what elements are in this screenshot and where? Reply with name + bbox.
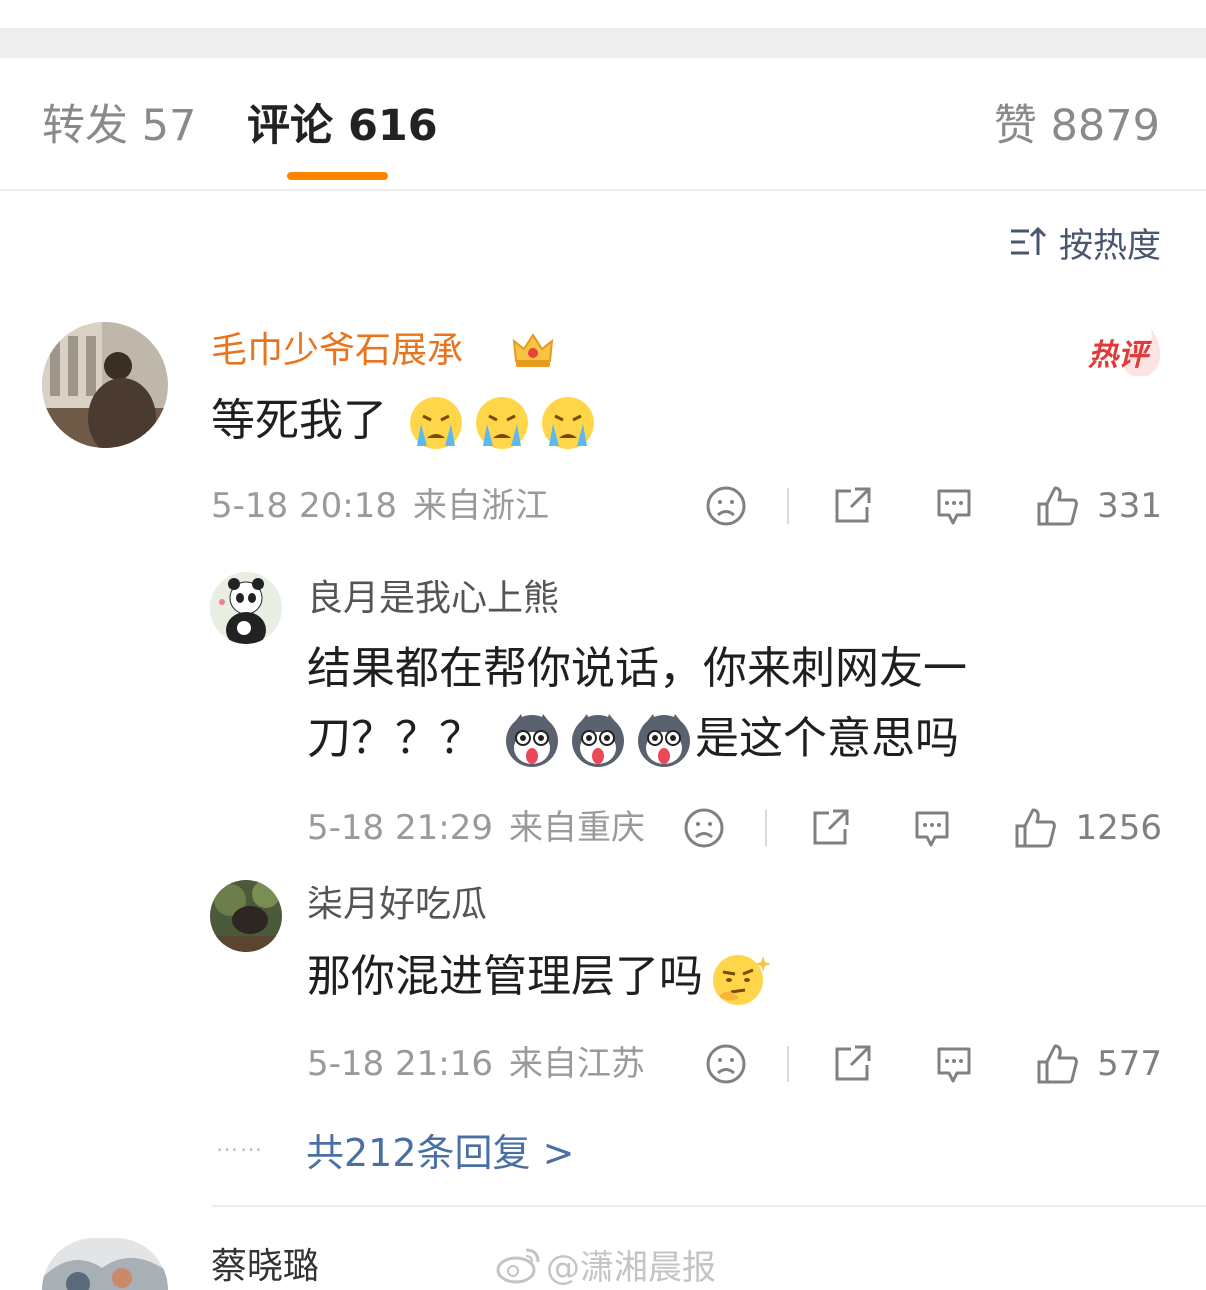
comment-actions: 331 xyxy=(705,482,1162,530)
like-button[interactable]: 331 xyxy=(1035,484,1162,528)
tab-repost[interactable]: 转发 57 xyxy=(42,98,196,154)
reply-text-line1: 结果都在帮你说话，你来刺网友一 xyxy=(307,643,967,694)
reply-button[interactable] xyxy=(933,485,975,527)
thumbs-up-icon xyxy=(1037,1044,1078,1084)
comment-text: 等死我了 xyxy=(211,386,599,456)
tab-like[interactable]: 赞 8879 xyxy=(994,98,1160,154)
comment-author[interactable]: 毛巾少爷石展承 xyxy=(211,328,463,374)
sort-label: 按热度 xyxy=(1059,225,1161,266)
hot-comment-badge: 热评 xyxy=(1088,338,1148,373)
sort-icon xyxy=(1011,226,1047,255)
sort-by-hot-button[interactable]: 按热度 xyxy=(1009,222,1161,266)
like-button[interactable]: 1256 xyxy=(1013,806,1162,850)
comment-date: 5-18 20:18 xyxy=(211,486,397,526)
crying-emoji-icon xyxy=(542,397,594,449)
watermark: @潇湘晨报 xyxy=(496,1240,716,1289)
share-icon xyxy=(813,809,849,845)
like-count: 331 xyxy=(1097,486,1162,526)
reply-actions: 1256 xyxy=(683,804,1162,852)
reply-date: 5-18 21:16 xyxy=(307,1044,493,1084)
avatar[interactable] xyxy=(42,1238,168,1290)
watermark-text: @潇湘晨报 xyxy=(546,1248,716,1288)
reply-button[interactable] xyxy=(933,1043,975,1085)
crown-icon xyxy=(512,333,554,367)
share-button[interactable] xyxy=(831,1043,873,1085)
crying-emoji-icon xyxy=(476,397,528,449)
comment-location: 来自浙江 xyxy=(412,486,549,526)
dislike-button[interactable] xyxy=(705,485,747,527)
thinking-emoji-icon xyxy=(713,955,771,1005)
reply-date: 5-18 21:29 xyxy=(307,808,493,848)
reply-location: 来自江苏 xyxy=(508,1044,645,1084)
husky-emoji-icon xyxy=(638,714,690,767)
reply-text-content: 那你混进管理层了吗 xyxy=(307,951,703,1002)
view-all-replies-link[interactable]: 共212条回复 > xyxy=(306,1122,574,1177)
comment-bubble-icon xyxy=(915,811,949,847)
avatar[interactable] xyxy=(210,572,282,644)
reply-text: 结果都在帮你说话，你来刺网友一 刀？？？ 是这个意思吗 xyxy=(307,634,1127,774)
weibo-logo-icon xyxy=(496,1248,540,1283)
share-button[interactable] xyxy=(831,485,873,527)
reply-text-suffix: 是这个意思吗 xyxy=(695,713,959,764)
comment-author[interactable]: 蔡晓璐 xyxy=(211,1244,319,1290)
more-replies-dots: …… xyxy=(216,1132,264,1157)
avatar[interactable] xyxy=(210,880,282,952)
thumbs-up-icon xyxy=(1037,486,1078,526)
top-band-bar xyxy=(0,28,1206,58)
reply-actions: 577 xyxy=(705,1040,1162,1088)
husky-emoji-icon xyxy=(506,714,558,767)
active-tab-indicator xyxy=(287,172,388,180)
action-separator xyxy=(787,1046,790,1082)
crying-emoji-icon xyxy=(410,397,462,449)
comment-tabs: 转发 57 评论 616 赞 8879 xyxy=(0,58,1206,191)
dislike-button[interactable] xyxy=(683,807,725,849)
reply-author[interactable]: 柒月好吃瓜 xyxy=(307,882,487,928)
action-separator xyxy=(765,810,768,846)
reply-button[interactable] xyxy=(911,807,953,849)
dislike-button[interactable] xyxy=(705,1043,747,1085)
thumbs-up-icon xyxy=(1015,808,1057,848)
reply-text-prefix: 刀？？？ xyxy=(307,713,483,764)
reply-text-line2: 刀？？？ 是这个意思吗 xyxy=(307,704,1127,774)
comment-bubble-icon xyxy=(937,1047,971,1083)
sad-face-icon xyxy=(706,486,746,526)
like-count: 1256 xyxy=(1075,808,1162,848)
reply-text: 那你混进管理层了吗 xyxy=(307,942,773,1012)
sad-face-icon xyxy=(706,1044,746,1084)
share-button[interactable] xyxy=(809,807,851,849)
top-band xyxy=(0,0,1206,58)
like-count: 577 xyxy=(1097,1044,1162,1084)
reply-meta: 5-18 21:16 来自江苏 xyxy=(307,1042,661,1086)
comment-divider xyxy=(212,1205,1206,1207)
reply-meta: 5-18 21:29 来自重庆 xyxy=(307,806,661,850)
sad-face-icon xyxy=(684,808,724,848)
comment-text-content: 等死我了 xyxy=(211,395,387,446)
avatar[interactable] xyxy=(42,322,168,448)
reply-location: 来自重庆 xyxy=(508,808,645,848)
comment-bubble-icon xyxy=(937,489,971,525)
tab-comment[interactable]: 评论 616 xyxy=(247,98,438,154)
share-icon xyxy=(835,487,871,523)
reply-author[interactable]: 良月是我心上熊 xyxy=(307,576,559,622)
husky-emoji-icon xyxy=(572,714,624,767)
comment-meta: 5-18 20:18 来自浙江 xyxy=(211,484,565,528)
share-icon xyxy=(835,1045,871,1081)
like-button[interactable]: 577 xyxy=(1035,1042,1162,1086)
action-separator xyxy=(787,488,790,524)
